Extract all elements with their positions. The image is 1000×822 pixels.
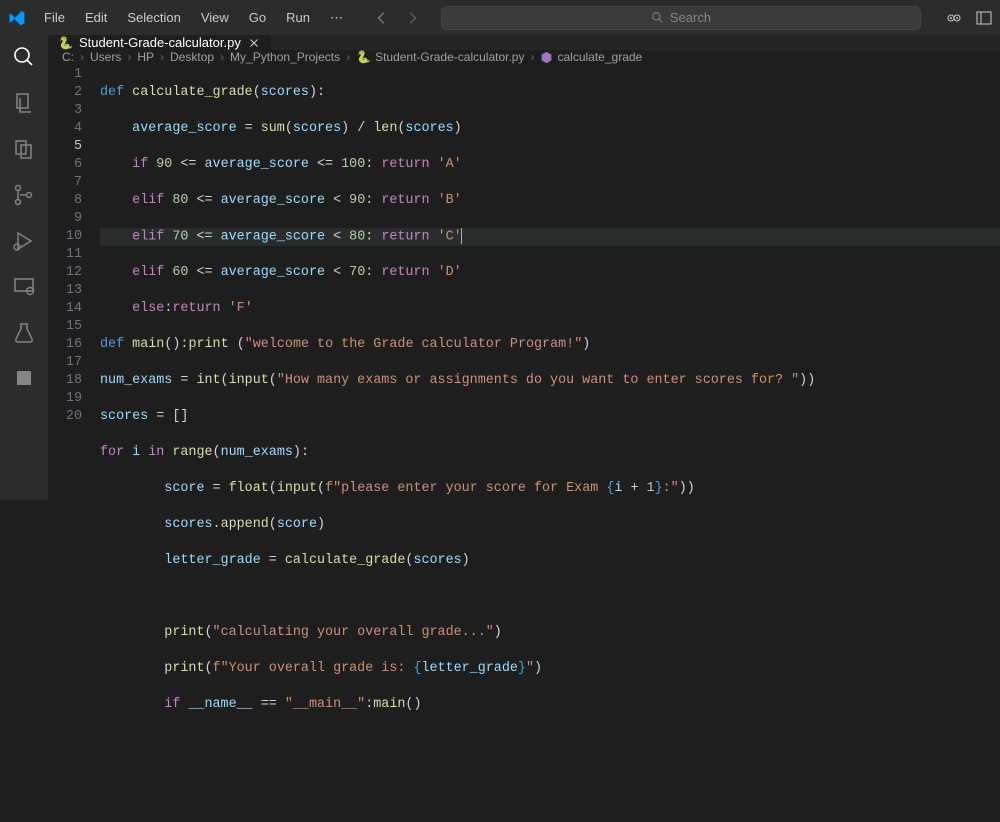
nav-forward-icon[interactable] [405, 11, 419, 25]
bc-seg[interactable]: HP [137, 50, 154, 64]
bc-function[interactable]: calculate_grade [557, 50, 642, 64]
breadcrumb[interactable]: C:› Users› HP› Desktop› My_Python_Projec… [48, 50, 1000, 64]
stop-icon[interactable] [17, 371, 31, 385]
text-cursor [461, 228, 462, 244]
remote-icon[interactable] [12, 275, 36, 299]
layout-icon[interactable] [976, 10, 992, 26]
vscode-logo-icon [8, 9, 26, 27]
python-file-icon: 🐍 [58, 36, 73, 50]
search-input[interactable]: Search [441, 6, 921, 30]
line-gutter: 1234 5678 9101112 13141516 17181920 [48, 66, 100, 822]
activity-bar [0, 35, 48, 500]
bc-seg[interactable]: My_Python_Projects [230, 50, 340, 64]
bc-file[interactable]: Student-Grade-calculator.py [375, 50, 524, 64]
copilot-icon[interactable] [946, 10, 962, 26]
menu-selection[interactable]: Selection [119, 6, 188, 29]
menu-go[interactable]: Go [241, 6, 274, 29]
menu-view[interactable]: View [193, 6, 237, 29]
testing-icon[interactable] [12, 321, 36, 345]
tab-title: Student-Grade-calculator.py [79, 35, 241, 50]
menu-more-icon[interactable]: ⋯ [322, 6, 351, 30]
run-debug-icon[interactable] [12, 229, 36, 253]
bc-seg[interactable]: Users [90, 50, 121, 64]
search-placeholder: Search [670, 10, 711, 25]
symbol-method-icon [540, 51, 553, 64]
files-icon[interactable] [12, 91, 36, 115]
menu-run[interactable]: Run [278, 6, 318, 29]
bc-seg[interactable]: Desktop [170, 50, 214, 64]
copy-icon[interactable] [12, 137, 36, 161]
bc-drive[interactable]: C: [62, 50, 74, 64]
source-control-icon[interactable] [12, 183, 36, 207]
close-icon[interactable] [247, 36, 261, 50]
code-lines[interactable]: def calculate_grade(scores): average_sco… [100, 66, 1000, 822]
search-icon [651, 11, 664, 24]
explorer-icon[interactable] [12, 45, 36, 69]
tab-active[interactable]: 🐍 Student-Grade-calculator.py [48, 35, 272, 50]
code-editor[interactable]: 1234 5678 9101112 13141516 17181920 def … [48, 64, 1000, 822]
menu-edit[interactable]: Edit [77, 6, 115, 29]
menu-file[interactable]: File [36, 6, 73, 29]
tab-bar: 🐍 Student-Grade-calculator.py [48, 35, 1000, 50]
nav-back-icon[interactable] [375, 11, 389, 25]
python-file-icon: 🐍 [356, 50, 371, 64]
